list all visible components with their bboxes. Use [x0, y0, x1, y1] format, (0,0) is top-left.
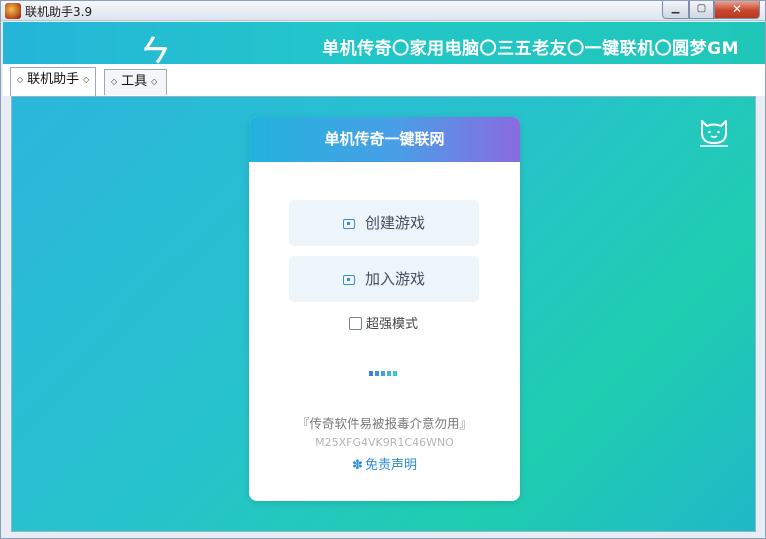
loading-indicator — [369, 371, 409, 377]
tab-label: 联机助手 — [27, 72, 80, 87]
super-mode-checkbox[interactable] — [349, 317, 362, 330]
main-panel: 单机传奇一键联网 创建游戏 加入游戏 超强模式 『传奇软件易被报毒介意勿用』 M… — [11, 96, 756, 532]
flower-icon: ✽ — [352, 458, 363, 473]
close-button[interactable]: ✕ — [714, 1, 760, 19]
join-game-button[interactable]: 加入游戏 — [289, 256, 479, 302]
banner-slogan: 单机传奇〇家用电脑〇三五老友〇一键联机〇圆梦GM — [322, 39, 739, 59]
tab-label: 工具 — [121, 74, 148, 89]
super-mode-option[interactable]: 超强模式 — [349, 313, 418, 332]
monitor-icon — [342, 219, 355, 229]
create-game-button[interactable]: 创建游戏 — [289, 200, 479, 246]
tab-tools[interactable]: ◇ 工具 ◇ — [104, 69, 167, 95]
tab-bar: ◇ 联机助手 ◇ ◇ 工具 ◇ — [3, 64, 765, 96]
loading-dot — [369, 371, 373, 376]
window-title: 联机助手3.9 — [25, 5, 93, 19]
diamond-icon: ◇ — [17, 75, 24, 84]
app-window: 联机助手3.9 ▁ ▢ ✕ ㄣ 单机传奇〇家用电脑〇三五老友〇一键联机〇圆梦GM… — [0, 0, 766, 539]
diamond-icon: ◇ — [151, 77, 158, 86]
loading-dot — [381, 371, 385, 376]
disclaimer-link[interactable]: ✽ 免责声明 — [249, 454, 520, 473]
maximize-button[interactable]: ▢ — [689, 1, 714, 19]
cat-face-icon[interactable] — [698, 117, 730, 147]
title-bar[interactable]: 联机助手3.9 ▁ ▢ ✕ — [1, 1, 765, 21]
loading-dot — [393, 371, 397, 376]
machine-code: M25XFG4VK9R1C46WNO — [315, 436, 454, 449]
app-icon — [5, 3, 21, 19]
virus-warning-text: 『传奇软件易被报毒介意勿用』 — [296, 416, 472, 431]
monitor-icon — [342, 275, 355, 285]
tab-assistant[interactable]: ◇ 联机助手 ◇ — [10, 67, 97, 96]
card-title: 单机传奇一键联网 — [249, 117, 520, 162]
minimize-button[interactable]: ▁ — [662, 1, 689, 19]
disclaimer-label: 免责声明 — [364, 458, 417, 473]
loading-dot — [375, 371, 379, 376]
header-banner: ㄣ 单机传奇〇家用电脑〇三五老友〇一键联机〇圆梦GM — [3, 22, 765, 69]
connect-card: 单机传奇一键联网 创建游戏 加入游戏 超强模式 『传奇软件易被报毒介意勿用』 M… — [249, 117, 520, 501]
diamond-icon: ◇ — [83, 75, 90, 84]
super-mode-label: 超强模式 — [366, 317, 419, 332]
join-game-label: 加入游戏 — [364, 270, 425, 288]
create-game-label: 创建游戏 — [364, 214, 425, 232]
loading-dot — [387, 371, 391, 376]
diamond-icon: ◇ — [111, 77, 118, 86]
